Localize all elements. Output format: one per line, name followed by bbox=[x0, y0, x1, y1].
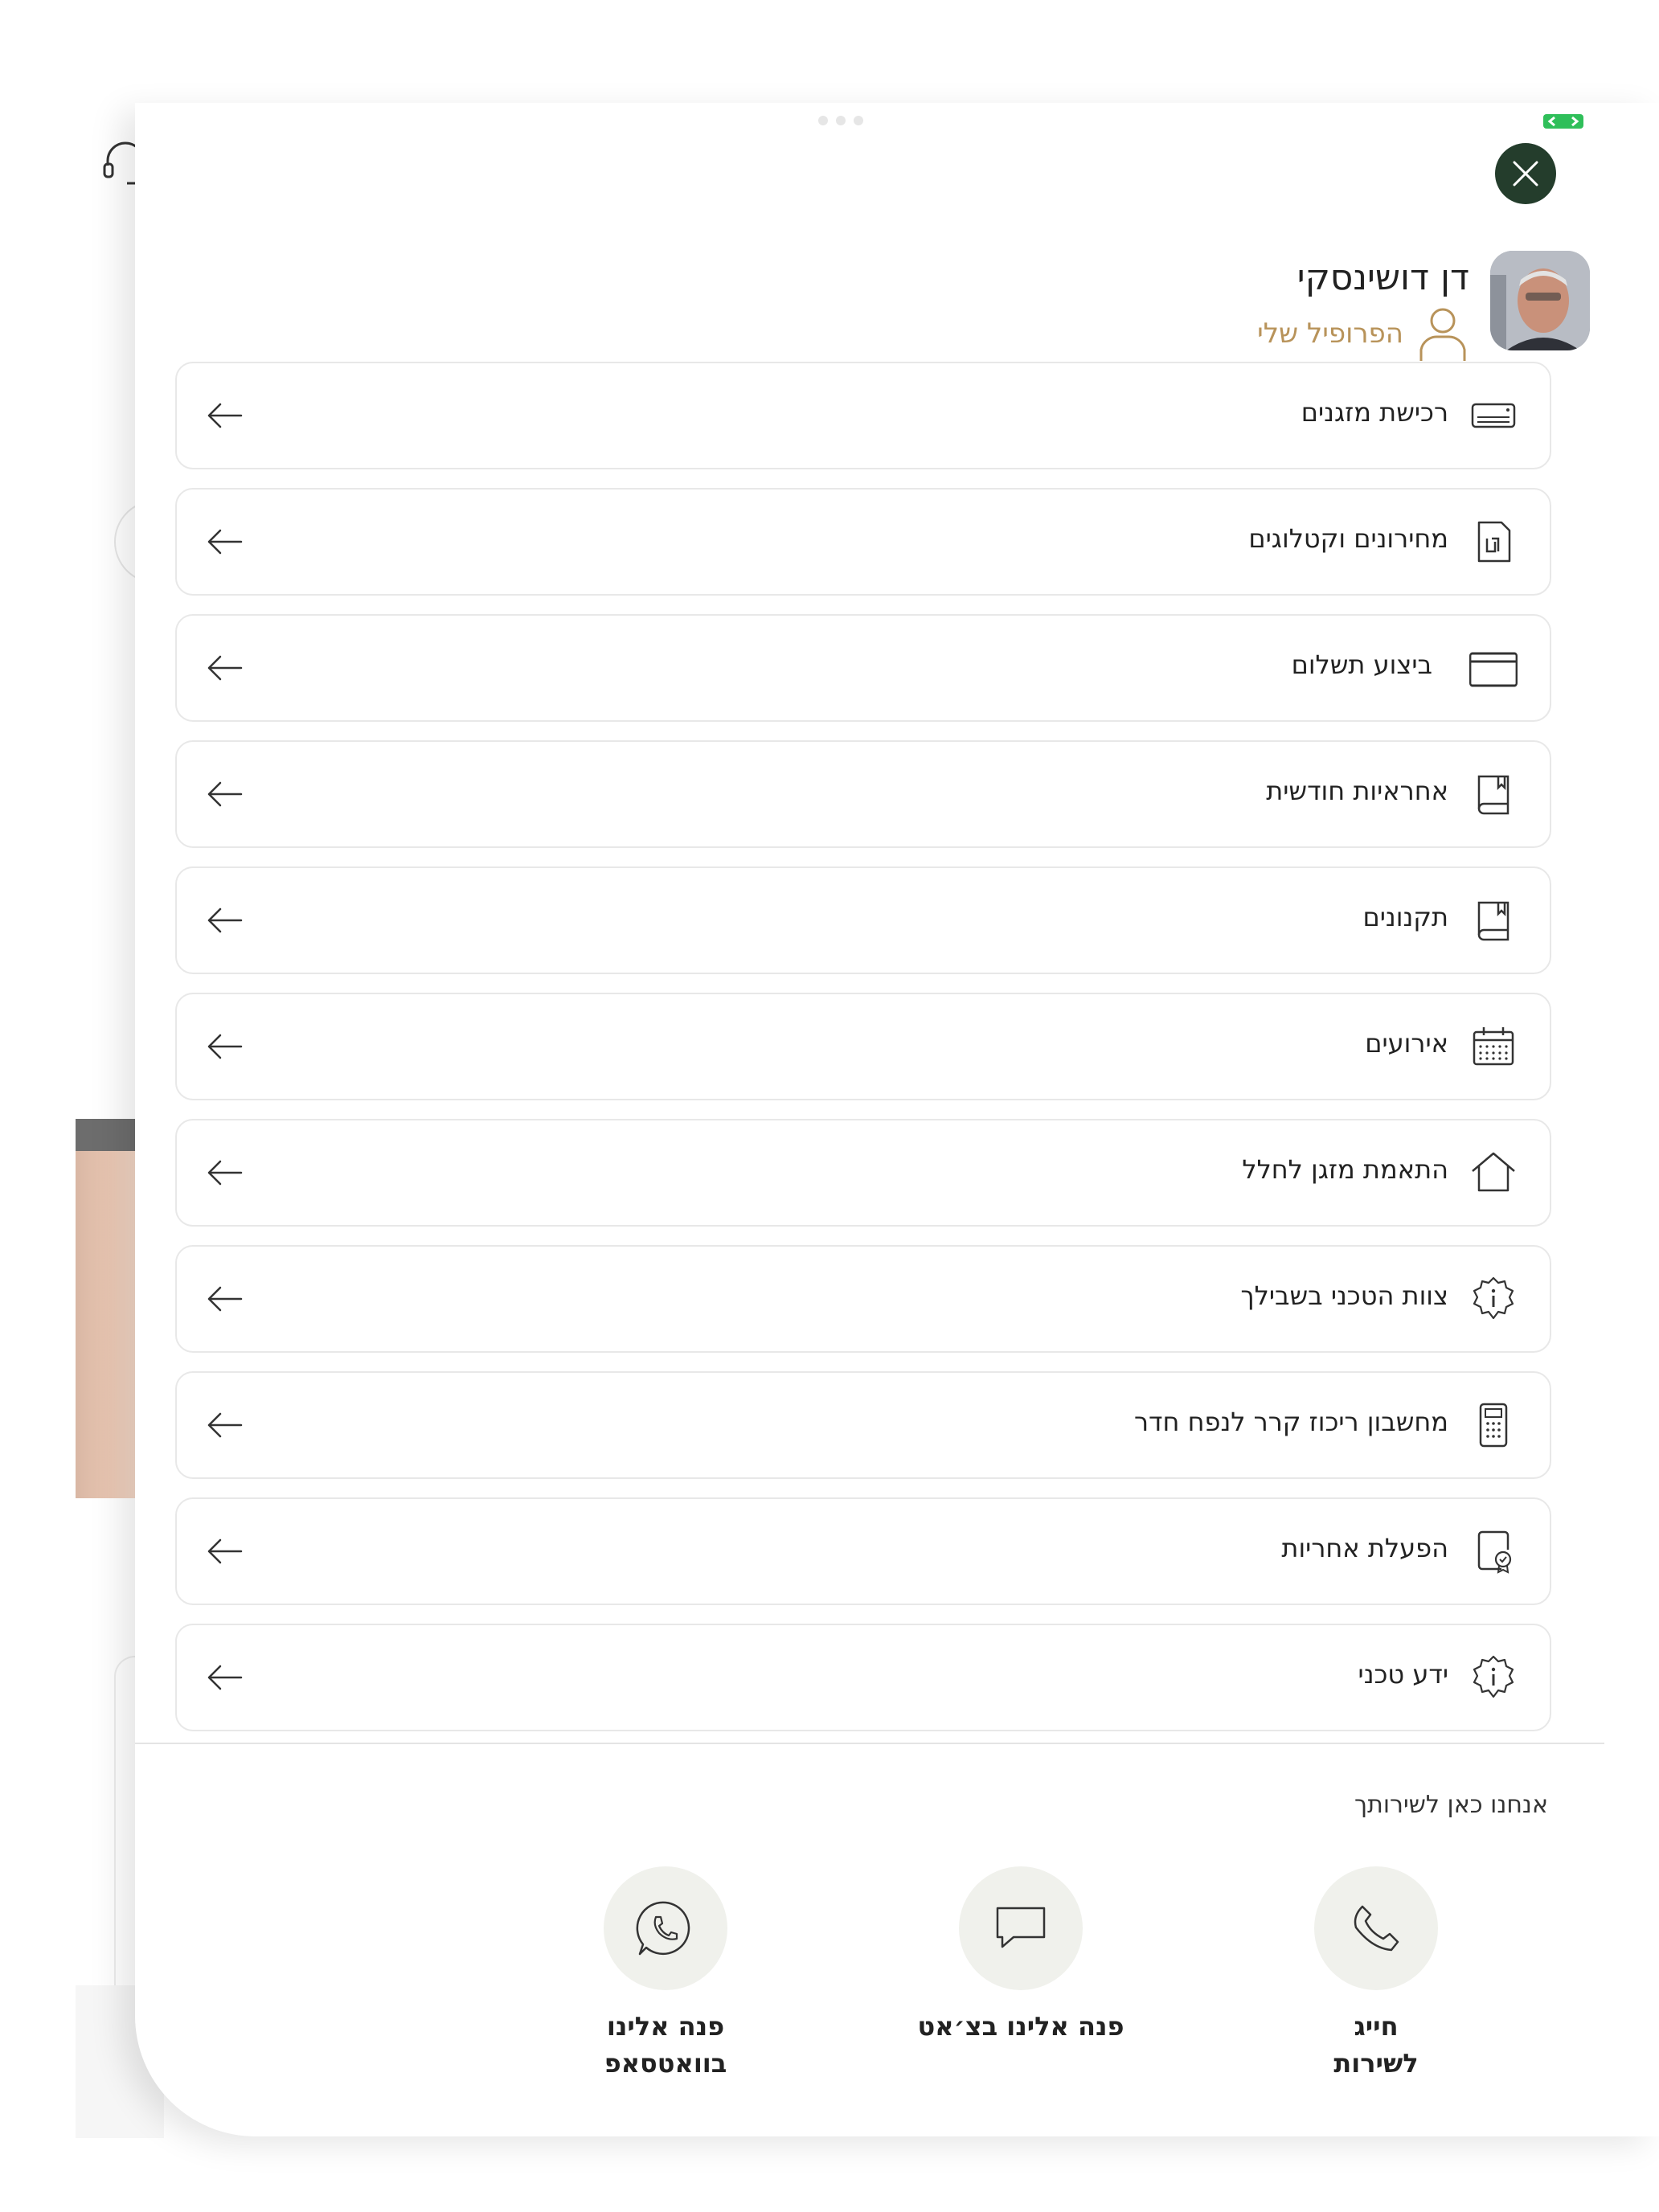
arrow-left-icon bbox=[207, 403, 243, 428]
menu-item-label: צוות הטכני בשבילך bbox=[1240, 1280, 1448, 1311]
shekel-document-icon bbox=[1477, 521, 1511, 563]
arrow-left-icon bbox=[207, 1412, 243, 1438]
ac-unit-icon bbox=[1471, 403, 1516, 428]
avatar[interactable] bbox=[1490, 251, 1590, 350]
my-profile-link[interactable]: הפרופיל שלי bbox=[1257, 305, 1469, 362]
menu-item-technical-knowledge[interactable]: ידע טכני bbox=[175, 1624, 1551, 1731]
menu-item-label: ביצוע תשלום bbox=[1291, 649, 1432, 680]
menu-item-label: מחירונים וקטלוגים bbox=[1248, 523, 1448, 554]
whatsapp-label: פנה אלינו בוואטסאפ bbox=[604, 2011, 727, 2079]
certificate-icon bbox=[1477, 1530, 1512, 1574]
calendar-icon bbox=[1473, 1027, 1514, 1066]
chat-button[interactable]: פנה אלינו בצ׳אט bbox=[900, 1866, 1141, 2045]
menu-item-label: תקנונים bbox=[1362, 902, 1448, 932]
divider bbox=[135, 1743, 1604, 1744]
close-button[interactable] bbox=[1495, 143, 1556, 204]
whatsapp-button[interactable]: פנה אלינו בוואטסאפ bbox=[545, 1866, 786, 2082]
close-icon bbox=[1513, 161, 1538, 186]
side-menu-drawer: דן דושינסקי הפרופיל שלי רכישת מזגנים מחי… bbox=[135, 103, 1659, 2136]
call-label-line2: לשירות bbox=[1333, 2048, 1419, 2079]
menu-item-warranty-activation[interactable]: הפעלת אחריות bbox=[175, 1497, 1551, 1605]
menu-item-ac-space-match[interactable]: התאמת מזגן לחלל bbox=[175, 1119, 1551, 1227]
bookmark-book-icon bbox=[1477, 775, 1509, 815]
home-icon bbox=[1472, 1152, 1515, 1192]
menu-item-payment[interactable]: ביצוע תשלום bbox=[175, 614, 1551, 722]
bookmark-book-icon bbox=[1477, 901, 1509, 941]
arrow-left-icon bbox=[207, 781, 243, 807]
arrow-left-icon bbox=[207, 1160, 243, 1186]
menu-item-price-lists[interactable]: מחירונים וקטלוגים bbox=[175, 488, 1551, 596]
arrow-left-icon bbox=[207, 655, 243, 681]
menu-item-events[interactable]: אירועים bbox=[175, 993, 1551, 1100]
menu-item-regulations[interactable]: תקנונים bbox=[175, 866, 1551, 974]
chat-icon bbox=[996, 1907, 1046, 1948]
menu-item-monthly-warranty[interactable]: אחראיות חודשית bbox=[175, 740, 1551, 848]
menu-item-label: הפעלת אחריות bbox=[1281, 1533, 1448, 1563]
menu-item-technical-team[interactable]: צוות הטכני בשבילך bbox=[175, 1245, 1551, 1353]
arrow-left-icon bbox=[207, 1538, 243, 1564]
call-circle bbox=[1314, 1866, 1438, 1990]
menu-item-label: אירועים bbox=[1365, 1028, 1448, 1059]
user-profile-header: דן דושינסקי הפרופיל שלי bbox=[947, 251, 1590, 361]
menu-item-label: ידע טכני bbox=[1358, 1659, 1448, 1690]
my-profile-label: הפרופיל שלי bbox=[1257, 317, 1403, 350]
menu-item-label: רכישת מזגנים bbox=[1301, 397, 1448, 428]
menu-item-label: מחשבון ריכוז קרר לנפח חדר bbox=[1133, 1407, 1448, 1437]
chat-circle bbox=[959, 1866, 1083, 1990]
call-service-button[interactable]: חייג לשירות bbox=[1256, 1866, 1497, 2082]
arrow-left-icon bbox=[207, 1286, 243, 1312]
arrow-left-icon bbox=[207, 907, 243, 933]
phone-icon bbox=[1354, 1905, 1399, 1952]
user-name: דן דושינסקי bbox=[1296, 257, 1469, 298]
arrow-left-icon bbox=[207, 1665, 243, 1690]
menu-item-label: התאמת מזגן לחלל bbox=[1242, 1154, 1448, 1185]
arrow-left-icon bbox=[207, 1034, 243, 1059]
arrow-left-icon bbox=[207, 529, 243, 555]
whatsapp-circle bbox=[604, 1866, 727, 1990]
calculator-icon bbox=[1479, 1403, 1508, 1448]
call-label-line1: חייג bbox=[1354, 2011, 1399, 2042]
whatsapp-icon bbox=[636, 1901, 690, 1956]
menu-item-cooling-calculator[interactable]: מחשבון ריכוז קרר לנפח חדר bbox=[175, 1371, 1551, 1479]
user-icon bbox=[1419, 308, 1466, 361]
info-gear-icon bbox=[1473, 1655, 1514, 1698]
info-gear-icon bbox=[1473, 1276, 1514, 1320]
chat-label: פנה אלינו בצ׳אט bbox=[917, 2011, 1124, 2042]
menu-item-label: אחראיות חודשית bbox=[1266, 776, 1448, 806]
menu-item-ac-purchase[interactable]: רכישת מזגנים bbox=[175, 362, 1551, 469]
status-indicator-icon bbox=[1543, 114, 1583, 129]
drawer-handle[interactable] bbox=[818, 116, 863, 125]
credit-card-icon bbox=[1469, 652, 1518, 687]
menu-list: רכישת מזגנים מחירונים וקטלוגים ביצוע תשל… bbox=[175, 362, 1551, 1750]
support-title: אנחנו כאן לשירותך bbox=[1354, 1791, 1548, 1819]
